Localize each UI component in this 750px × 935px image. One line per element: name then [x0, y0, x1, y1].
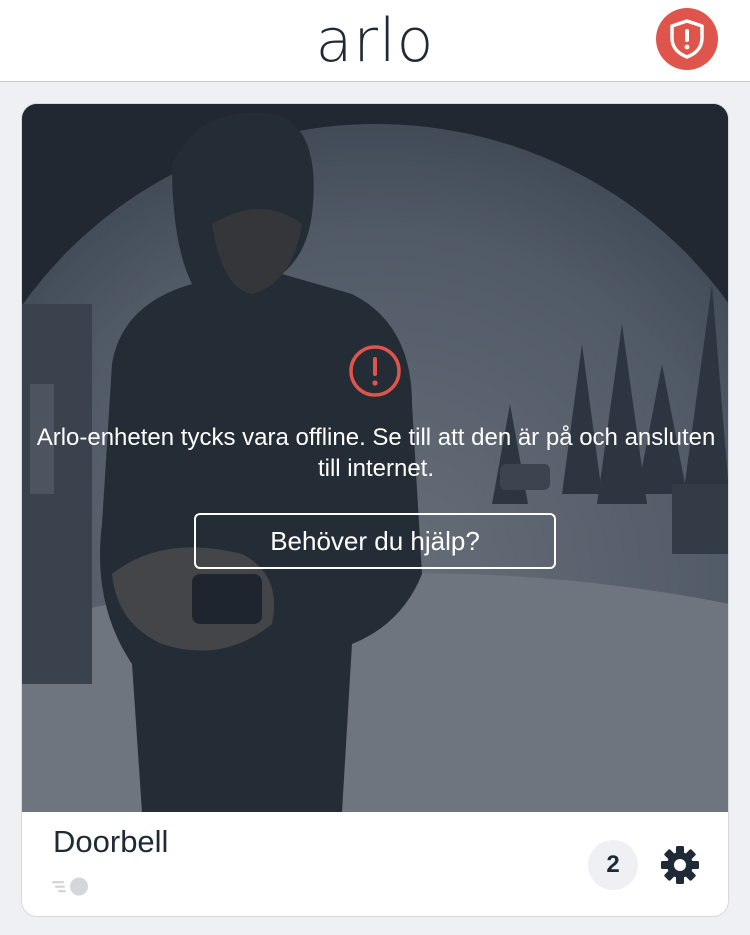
notification-count-badge[interactable]: 2 [588, 840, 638, 890]
motion-toggle-icon[interactable] [52, 875, 90, 897]
camera-card: Arlo-enheten tycks vara offline. Se till… [21, 103, 729, 917]
arlo-logo: arlo [315, 6, 435, 76]
camera-feed[interactable]: Arlo-enheten tycks vara offline. Se till… [22, 104, 728, 812]
device-name: Doorbell [53, 824, 169, 859]
app-header: arlo [0, 0, 750, 82]
offline-message: Arlo-enheten tycks vara offline. Se till… [36, 424, 716, 482]
shield-exclamation-icon [670, 19, 704, 59]
gear-icon[interactable] [660, 845, 700, 885]
exclamation-circle-icon [349, 345, 401, 397]
help-button[interactable]: Behöver du hjälp? [194, 513, 556, 569]
security-alert-button[interactable] [656, 8, 718, 70]
